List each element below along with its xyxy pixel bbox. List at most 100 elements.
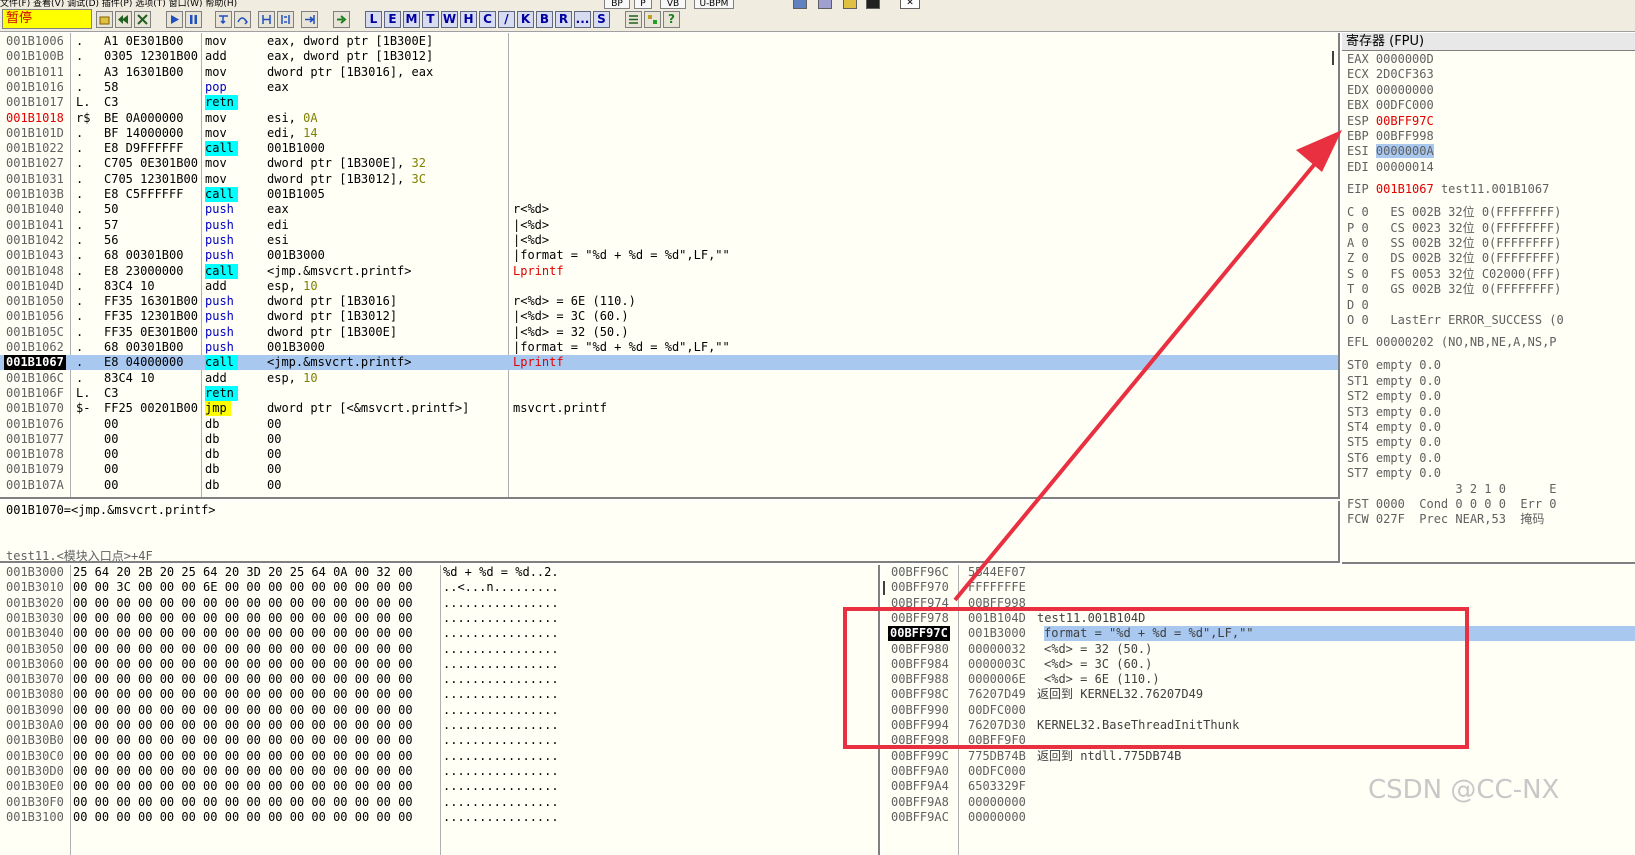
dump-hex[interactable]: 00 00 00 00 00 00 00 00 00 00 00 00 00 0… [73,687,413,702]
stack-row[interactable]: 00BFF998 00BFF9F0 [882,733,1635,748]
disasm-row[interactable]: 001B106F L. C3 retn [0,385,1338,401]
fpu-register[interactable]: ST6 empty 0.0 [1347,451,1441,466]
stack-row[interactable]: 00BFF970 FFFFFFFE [882,580,1635,595]
dump-ascii[interactable]: ................ [443,703,559,718]
dump-hex[interactable]: 00 00 00 00 00 00 00 00 00 00 00 00 00 0… [73,657,413,672]
disasm-row[interactable]: 001B1078 00 db 00 [0,447,1338,462]
pause-icon[interactable] [185,11,202,28]
disasm-row[interactable]: 001B1076 00 db 00 [0,417,1338,432]
stack-row[interactable]: 00BFF99C 775DB74B 返回到 ntdll.775DB74B [882,749,1635,764]
stack-row[interactable]: 00BFF9AC 00000000 [882,810,1635,825]
register-value[interactable]: 00BFF97C [1376,114,1434,128]
toolbar-extra-icon[interactable] [793,0,807,9]
fpu-register[interactable]: ST5 empty 0.0 [1347,435,1441,450]
stack-row[interactable]: 00BFF990 00DFC000 [882,703,1635,718]
stack-row[interactable]: 00BFF994 76207D30 KERNEL32.BaseThreadInitT… [882,718,1635,733]
toolbar-letter-button[interactable]: T [422,11,439,28]
dump-ascii[interactable]: ................ [443,749,559,764]
disasm-row[interactable]: 001B1006. A1 0E301B00 mov eax, dword ptr [1… [0,34,1338,49]
dump-ascii[interactable]: ................ [443,718,559,733]
toolbar-letter-button[interactable]: H [460,11,477,28]
register-ebx[interactable]: EBX 00DFC000 [1347,98,1434,113]
open-icon[interactable] [96,11,113,28]
dump-ascii[interactable]: ................ [443,611,559,626]
stack-row[interactable]: 00BFF988 0000006E <%d> = 6E (110.) [882,672,1635,687]
dump-ascii[interactable]: ................ [443,810,559,825]
register-esp[interactable]: ESP 00BFF97C [1347,114,1434,129]
toolbar-letter-button[interactable]: E [384,11,401,28]
dump-row[interactable]: 001B30A0 00 00 00 00 00 00 00 00 00 00 00… [0,718,878,733]
toolbar-letter-button[interactable]: L [365,11,382,28]
register-eip[interactable]: EIP 001B1067 test11.001B1067 [1347,182,1549,197]
disasm-row[interactable]: 001B1027. C705 0E301B00 mov dword ptr [1B30… [0,156,1338,171]
disasm-row[interactable]: 001B1043. 68 00301B00 push 001B3000 |format … [0,248,1338,263]
disasm-row[interactable]: 001B1079 00 db 00 [0,462,1338,477]
fpu-status-word[interactable]: FST 0000 Cond 0 0 0 0 Err 0 [1347,497,1557,512]
dump-ascii[interactable]: ................ [443,687,559,702]
goto-icon[interactable] [333,11,350,28]
grid-icon[interactable] [644,11,661,28]
register-efl[interactable]: EFL 00000202 (NO,NB,NE,A,NS,P [1347,335,1557,350]
disasm-row[interactable]: 001B1041. 57 push edi |<%d> [0,218,1338,233]
trace-over-icon[interactable] [277,11,294,28]
toolbar-letter-button[interactable]: ... [574,11,591,28]
disasm-row[interactable]: 001B104D. 83C4 10 add esp, 10 [0,279,1338,294]
stack-row[interactable]: 00BFF984 0000003C <%d> = 3C (60.) [882,657,1635,672]
flag-row[interactable]: Z 0 DS 002B 32位 0(FFFFFFFF) [1347,251,1561,266]
dump-row[interactable]: 001B3050 00 00 00 00 00 00 00 00 00 00 00… [0,642,878,657]
disasm-row[interactable]: 001B1031. C705 12301B00 mov dword ptr [1B30… [0,172,1338,187]
menu-bar[interactable]: 文件(F) 查看(V) 调试(D) 插件(P) 选项(T) 窗口(W) 帮助(H… [0,0,600,8]
disasm-row[interactable]: 001B1040. 50 push eax r<%d> [0,202,1338,217]
dump-row[interactable]: 001B3040 00 00 00 00 00 00 00 00 00 00 00… [0,626,878,641]
dump-row[interactable]: 001B3010 00 00 3C 00 00 00 6E 00 00 00 00… [0,580,878,595]
disassembly-pane[interactable]: 001B1006. A1 0E301B00 mov eax, dword ptr [1… [0,33,1340,499]
registers-title[interactable]: 寄存器 (FPU) [1342,33,1635,51]
fpu-register[interactable]: ST0 empty 0.0 [1347,358,1441,373]
disasm-row[interactable]: 001B103B. E8 C5FFFFFF call 001B1005 [0,187,1338,202]
trace-into-icon[interactable] [258,11,275,28]
register-eax[interactable]: EAX 0000000D [1347,52,1434,67]
disasm-row[interactable]: 001B1062. 68 00301B00 push 001B3000 |format … [0,340,1338,355]
stack-pane[interactable]: 00BFF96C 5B44EF07 00BFF970 FFFFFFFE 00BFF974… [882,565,1635,855]
toolbar-letter-button[interactable]: W [441,11,458,28]
register-edx[interactable]: EDX 00000000 [1347,83,1434,98]
toolbar-letter-button[interactable]: K [517,11,534,28]
disasm-row[interactable]: 001B105C. FF35 0E301B00 push dword ptr [1B3… [0,325,1338,340]
dump-row[interactable]: 001B30B0 00 00 00 00 00 00 00 00 00 00 00… [0,733,878,748]
fpu-control-word[interactable]: FCW 027F Prec NEAR,53 掩码 [1347,512,1544,527]
disasm-row[interactable]: 001B1011. A3 16301B00 mov dword ptr [1B3016… [0,65,1338,80]
dump-ascii[interactable]: %d + %d = %d..2. [443,565,559,580]
run-icon[interactable] [166,11,183,28]
flag-row[interactable]: A 0 SS 002B 32位 0(FFFFFFFF) [1347,236,1561,251]
dump-ascii[interactable]: ................ [443,733,559,748]
close-icon[interactable]: ✕ [900,0,920,9]
flag-row[interactable]: O 0 LastErr ERROR_SUCCESS (0 [1347,313,1564,328]
dump-hex[interactable]: 00 00 00 00 00 00 00 00 00 00 00 00 00 0… [73,764,413,779]
disasm-row[interactable]: 001B106C. 83C4 10 add esp, 10 [0,371,1338,386]
dump-row[interactable]: 001B3020 00 00 00 00 00 00 00 00 00 00 00… [0,596,878,611]
register-value[interactable]: 2D0CF363 [1376,67,1434,81]
stack-row[interactable]: 00BFF978 001B104D test11.001B104D [882,611,1635,626]
flag-row[interactable]: P 0 CS 0023 32位 0(FFFFFFFF) [1347,221,1561,236]
dump-row[interactable]: 001B30F0 00 00 00 00 00 00 00 00 00 00 00… [0,795,878,810]
register-value[interactable]: 001B1067 [1376,182,1434,196]
options-icon[interactable] [625,11,642,28]
dump-hex[interactable]: 00 00 00 00 00 00 00 00 00 00 00 00 00 0… [73,718,413,733]
disasm-row[interactable]: 001B1016. 58 pop eax [0,80,1338,95]
register-ebp[interactable]: EBP 00BFF998 [1347,129,1434,144]
registers-pane[interactable]: 寄存器 (FPU) EAX 0000000D ECX 2D0CF363 EDX 00… [1342,33,1635,564]
toolbar-extra-icon[interactable] [818,0,832,9]
dump-hex[interactable]: 25 64 20 2B 20 25 64 20 3D 20 25 64 0A 0… [73,565,413,580]
dump-ascii[interactable]: ..<...n......... [443,580,559,595]
dump-hex[interactable]: 00 00 00 00 00 00 00 00 00 00 00 00 00 0… [73,596,413,611]
register-value[interactable]: 00000000 [1376,83,1434,97]
toolbar-letter-button[interactable]: C [479,11,496,28]
stack-row[interactable]: 00BFF96C 5B44EF07 [882,565,1635,580]
memory-dump-pane[interactable]: 001B3000 25 64 20 2B 20 25 64 20 3D 20 25… [0,565,880,855]
execute-till-return-icon[interactable] [301,11,318,28]
tab-p[interactable]: P [634,0,652,9]
disasm-row[interactable]: 001B1056. FF35 12301B00 push dword ptr [1B3… [0,309,1338,324]
register-value[interactable]: 00BFF998 [1376,129,1434,143]
toolbar-letter-button[interactable]: S [593,11,610,28]
stack-row[interactable]: 00BFF97C 001B3000 format = "%d + %d = %d",… [882,626,1635,642]
